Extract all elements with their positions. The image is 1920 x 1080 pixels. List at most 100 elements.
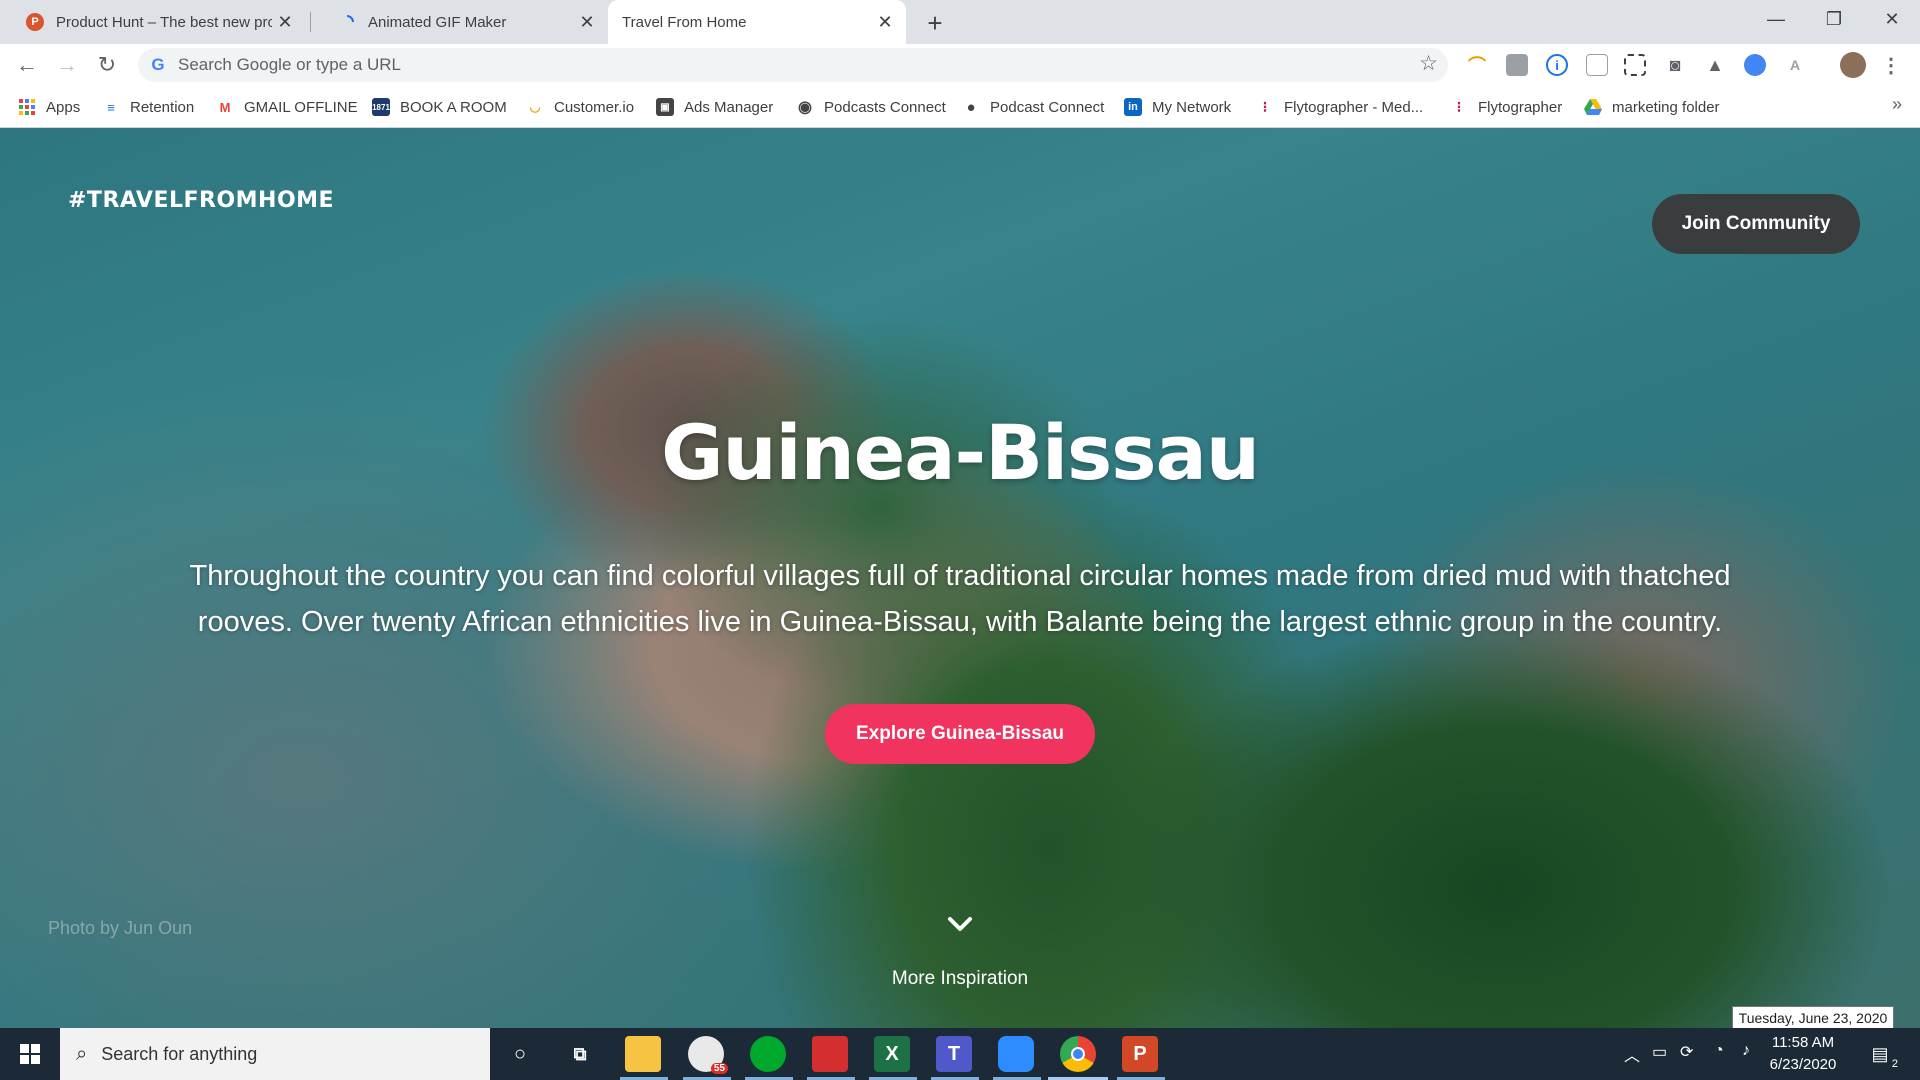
chrome-icon[interactable] <box>1060 1036 1096 1072</box>
extension-translate-icon[interactable] <box>1744 54 1766 76</box>
powerpoint-icon[interactable]: P <box>1122 1036 1158 1072</box>
bookmark-label: Retention <box>130 98 195 116</box>
bookmark-label: Podcasts Connect <box>824 98 946 116</box>
bookmark-star-icon[interactable]: ☆ <box>1419 51 1438 76</box>
slack-icon[interactable]: 55 <box>688 1036 728 1074</box>
close-tab-icon[interactable]: ✕ <box>272 9 298 35</box>
windows-start-icon[interactable] <box>0 1028 60 1080</box>
chevron-down-icon[interactable] <box>944 913 976 937</box>
sync-icon[interactable]: ⟳ <box>1680 1042 1693 1062</box>
bookmark-label: BOOK A ROOM <box>400 98 507 116</box>
taskbar-search-placeholder: Search for anything <box>101 1043 258 1064</box>
bookmark-label: Flytographer - Med... <box>1284 98 1424 116</box>
menu-kebab-icon[interactable]: ⋮ <box>1880 54 1902 77</box>
site-logo[interactable]: #TRAVELFROMHOME <box>68 188 334 213</box>
bookmark-ads-manager[interactable]: ▣ Ads Manager <box>656 96 773 118</box>
back-button[interactable]: ← <box>12 50 42 80</box>
bookmark-retention[interactable]: ≡ Retention <box>102 96 194 118</box>
zoom-icon[interactable] <box>998 1036 1034 1072</box>
bookmark-label: Ads Manager <box>684 98 774 116</box>
teams-icon[interactable]: T <box>936 1036 972 1072</box>
taskbar-clock[interactable]: 11:58 AM 6/23/2020 <box>1758 1032 1848 1076</box>
close-tab-icon[interactable]: ✕ <box>872 9 898 35</box>
apple-icon: ● <box>966 98 976 116</box>
task-view-icon[interactable]: ⧉ <box>562 1036 598 1072</box>
bookmark-label: Apps <box>46 98 81 116</box>
volume-icon[interactable]: ♪ <box>1742 1042 1750 1060</box>
extension-drive-icon[interactable]: ▲ <box>1704 54 1726 76</box>
notification-badge: 55 <box>710 1063 728 1074</box>
taskbar-search-box[interactable]: ⌕ Search for anything <box>60 1028 490 1080</box>
product-hunt-icon: P <box>26 13 44 31</box>
bookmark-book-a-room[interactable]: 1871 BOOK A ROOM <box>372 96 507 118</box>
clock-date: 6/23/2020 <box>1769 1056 1837 1073</box>
date-tooltip: Tuesday, June 23, 2020 <box>1732 1006 1894 1030</box>
bookmark-label: My Network <box>1152 98 1232 116</box>
omnibox[interactable]: G ☆ <box>138 48 1448 82</box>
tab-product-hunt[interactable]: P Product Hunt – The best new pro ✕ <box>0 0 306 44</box>
bookmark-podcasts-connect[interactable]: ◉ Podcasts Connect <box>796 96 946 118</box>
explore-destination-button[interactable]: Explore Guinea-Bissau <box>825 704 1095 764</box>
maximize-button[interactable]: ❐ <box>1806 0 1862 38</box>
join-community-button[interactable]: Join Community <box>1652 194 1860 254</box>
photo-credit[interactable]: Photo by Jun Oun <box>48 918 192 939</box>
tab-animated-gif-maker[interactable]: Animated GIF Maker ✕ <box>312 0 608 44</box>
evernote-icon[interactable] <box>750 1036 786 1072</box>
acrobat-icon[interactable] <box>812 1036 848 1072</box>
bookmarks-overflow-button[interactable]: » <box>1892 94 1902 115</box>
forward-button[interactable]: → <box>52 50 82 80</box>
excel-icon[interactable]: X <box>874 1036 910 1072</box>
extension-doc-icon[interactable] <box>1586 54 1608 76</box>
more-inspiration-link[interactable]: More Inspiration <box>0 968 1920 990</box>
customerio-icon: ◡ <box>529 99 541 114</box>
extension-grammarly-icon[interactable] <box>1506 54 1528 76</box>
google-drive-icon <box>1584 98 1602 116</box>
flytographer-icon: ⁝ <box>1262 99 1268 116</box>
close-window-button[interactable]: ✕ <box>1864 0 1920 38</box>
new-tab-button[interactable]: + <box>920 8 950 38</box>
bookmark-flytographer[interactable]: ⁝ Flytographer <box>1450 96 1563 118</box>
bookmark-apps[interactable]: Apps <box>18 96 80 118</box>
bookmark-marketing-folder[interactable]: marketing folder <box>1584 96 1720 118</box>
extension-1password-icon[interactable]: i <box>1546 54 1568 76</box>
close-tab-icon[interactable]: ✕ <box>574 9 600 35</box>
battery-icon[interactable]: ▭ <box>1652 1042 1667 1062</box>
hero-section: #TRAVELFROMHOME Join Community Guinea-Bi… <box>0 128 1920 1028</box>
browser-toolbar: ← → ↻ G ☆ ⌒ i ◙ ▲ A ⋮ <box>0 44 1920 86</box>
flytographer-icon: ⁝ <box>1456 99 1462 116</box>
destination-description: Throughout the country you can find colo… <box>189 560 1731 638</box>
tray-overflow-icon[interactable]: ︿ <box>1624 1042 1640 1066</box>
clock-time: 11:58 AM <box>1771 1034 1835 1051</box>
bookmark-podcast-connect[interactable]: ● Podcast Connect <box>962 96 1104 118</box>
bookmark-flytographer-med[interactable]: ⁝ Flytographer - Med... <box>1256 96 1424 118</box>
notification-count: 2 <box>1891 1058 1898 1070</box>
cortana-icon[interactable]: ○ <box>502 1036 538 1072</box>
notification-center-icon[interactable]: ▤ 2 <box>1866 1040 1898 1071</box>
tab-travel-from-home[interactable]: Travel From Home ✕ <box>608 0 906 44</box>
bookmark-my-network[interactable]: in My Network <box>1124 96 1231 118</box>
bookmark-label: Flytographer <box>1478 98 1563 116</box>
apps-grid-icon <box>18 98 36 116</box>
profile-avatar[interactable] <box>1840 52 1866 78</box>
extension-screenshot-icon[interactable] <box>1624 54 1646 76</box>
bookmark-customer-io[interactable]: ◡ Customer.io <box>526 96 634 118</box>
extension-camera-icon[interactable]: ◙ <box>1664 54 1686 76</box>
bookmark-label: GMAIL OFFLINE <box>244 98 358 116</box>
minimize-button[interactable]: — <box>1748 0 1804 38</box>
loading-spinner-icon <box>338 13 356 31</box>
bookmarks-bar: Apps ≡ Retention M GMAIL OFFLINE 1871 BO… <box>0 86 1920 128</box>
reload-button[interactable]: ↻ <box>92 50 122 80</box>
wifi-icon[interactable]: ◔ <box>1714 1042 1724 1060</box>
bookmark-gmail-offline[interactable]: M GMAIL OFFLINE <box>216 96 358 118</box>
calendar-icon: 1871 <box>372 98 390 116</box>
search-icon: ⌕ <box>76 1042 88 1065</box>
address-bar-input[interactable] <box>176 48 1376 82</box>
podcasts-icon: ◉ <box>798 99 812 116</box>
gmail-icon: M <box>219 99 231 115</box>
file-explorer-icon[interactable] <box>625 1036 661 1072</box>
bookmark-label: marketing folder <box>1612 98 1720 116</box>
page-title: Guinea-Bissau <box>661 408 1260 497</box>
extension-text-icon[interactable]: A <box>1784 54 1806 76</box>
extension-arc-icon[interactable]: ⌒ <box>1466 54 1488 76</box>
bookmark-label: Podcast Connect <box>990 98 1105 116</box>
